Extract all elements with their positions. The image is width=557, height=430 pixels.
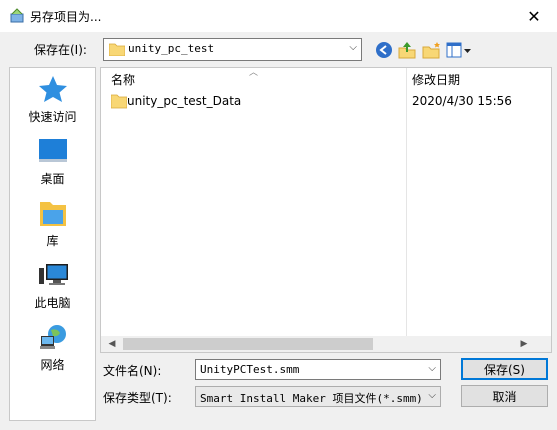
place-label: 此电脑 bbox=[34, 296, 71, 310]
place-label: 库 bbox=[46, 234, 59, 248]
view-menu-button[interactable] bbox=[446, 38, 472, 62]
close-button[interactable]: ✕ bbox=[511, 0, 557, 32]
save-button[interactable]: 保存(S) bbox=[461, 358, 548, 380]
filetype-value: Smart Install Maker 项目文件(*.smm) bbox=[200, 392, 423, 405]
place-this-pc[interactable]: 此电脑 bbox=[10, 258, 95, 318]
places-bar: 快速访问 桌面 库 此电脑 网络 bbox=[9, 67, 96, 421]
column-header-modified[interactable]: 修改日期 bbox=[412, 69, 460, 91]
place-label: 网络 bbox=[40, 358, 65, 372]
scrollbar-thumb[interactable] bbox=[123, 338, 373, 350]
this-pc-icon bbox=[39, 264, 68, 285]
desktop-icon bbox=[39, 139, 67, 162]
filetype-select[interactable]: Smart Install Maker 项目文件(*.smm) ⌵ bbox=[195, 386, 441, 407]
filename-input[interactable]: UnityPCTest.smm ⌵ bbox=[195, 359, 441, 380]
place-label: 快速访问 bbox=[28, 110, 77, 124]
chevron-down-icon[interactable]: ⌵ bbox=[428, 390, 436, 401]
close-icon: ✕ bbox=[527, 6, 541, 26]
chevron-down-icon[interactable]: ⌵ bbox=[428, 363, 436, 374]
title-bar: 另存项目为... ✕ bbox=[0, 0, 557, 32]
up-folder-button[interactable] bbox=[397, 38, 417, 62]
save-in-combo[interactable]: unity_pc_test ⌵ bbox=[103, 38, 362, 61]
save-in-value: unity_pc_test bbox=[128, 42, 215, 55]
chevron-down-icon[interactable]: ⌵ bbox=[349, 42, 357, 53]
file-modified: 2020/4/30 15:56 bbox=[412, 94, 512, 108]
file-list[interactable]: ︿ 名称 修改日期 unity_pc_test_Data 2020/4/30 1… bbox=[100, 67, 552, 353]
new-folder-icon bbox=[422, 42, 440, 59]
filetype-label: 保存类型(T): bbox=[103, 391, 172, 405]
scroll-right-icon[interactable]: ▶ bbox=[517, 336, 531, 352]
sort-ascending-icon: ︿ bbox=[249, 68, 259, 78]
filename-label: 文件名(N): bbox=[103, 364, 162, 378]
back-icon bbox=[376, 42, 392, 58]
window-title: 另存项目为... bbox=[30, 10, 102, 24]
view-menu-icon bbox=[446, 42, 471, 58]
place-library[interactable]: 库 bbox=[10, 196, 95, 256]
filename-value: UnityPCTest.smm bbox=[200, 363, 300, 376]
table-row[interactable]: unity_pc_test_Data 2020/4/30 15:56 bbox=[101, 90, 551, 112]
scroll-left-icon[interactable]: ◀ bbox=[105, 336, 119, 352]
place-quick-access[interactable]: 快速访问 bbox=[10, 72, 95, 132]
place-label: 桌面 bbox=[40, 172, 65, 186]
quick-access-star-icon bbox=[39, 76, 67, 102]
new-folder-button[interactable] bbox=[421, 38, 443, 62]
folder-icon bbox=[109, 43, 125, 56]
back-button[interactable] bbox=[374, 38, 394, 62]
network-icon bbox=[40, 325, 66, 349]
horizontal-scrollbar[interactable]: ◀ ▶ bbox=[101, 336, 551, 352]
app-icon bbox=[10, 8, 24, 23]
place-network[interactable]: 网络 bbox=[10, 320, 95, 380]
column-header-name[interactable]: 名称 bbox=[111, 69, 135, 91]
place-desktop[interactable]: 桌面 bbox=[10, 134, 95, 194]
cancel-button[interactable]: 取消 bbox=[461, 385, 548, 407]
up-folder-icon bbox=[398, 42, 416, 59]
file-name: unity_pc_test_Data bbox=[127, 94, 242, 108]
folder-icon bbox=[111, 94, 127, 109]
save-in-label: 保存在(I): bbox=[34, 43, 87, 57]
library-icon bbox=[40, 202, 66, 226]
